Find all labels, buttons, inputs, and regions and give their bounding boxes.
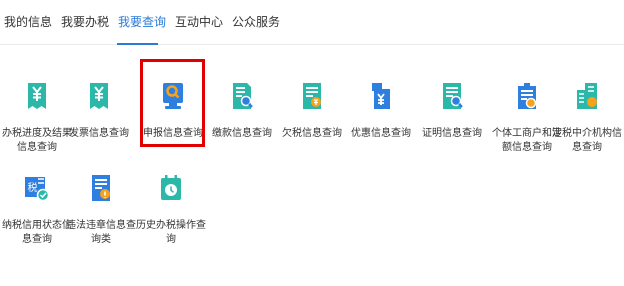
item-label: 证明信息查询 <box>422 128 482 139</box>
search-monitor-icon <box>163 83 183 109</box>
tab-public-service[interactable]: 公众服务 <box>232 14 280 30</box>
tab-my-info[interactable]: 我的信息 <box>4 14 52 30</box>
svg-text:税: 税 <box>28 181 38 194</box>
tab-interaction-center[interactable]: 互动中心 <box>175 14 223 30</box>
item-label: 发票信息查询 <box>69 128 129 139</box>
business-search-icon <box>518 83 537 109</box>
building-search-icon <box>577 83 597 109</box>
preferential-document-icon <box>372 83 390 109</box>
item-label: 申报信息查询 <box>143 128 203 139</box>
invoice-icon <box>90 83 108 109</box>
tab-tax-handling[interactable]: 我要办税 <box>61 14 109 30</box>
arrears-document-icon <box>303 83 321 109</box>
yuan-document-icon <box>28 83 46 109</box>
item-label: 历史办税操作查 询 <box>136 220 206 245</box>
certificate-search-icon <box>443 83 463 109</box>
top-tab-bar: 我的信息 我要办税 我要查询 互动中心 公众服务 <box>0 0 624 45</box>
item-label: 缴款信息查询 <box>212 128 272 139</box>
active-tab-indicator <box>117 43 158 45</box>
item-label: 纳税信用状态信 息查询 <box>2 220 72 245</box>
tax-credit-icon: 税 <box>25 177 50 202</box>
tab-query[interactable]: 我要查询 <box>118 14 166 30</box>
item-label: 涉税中介机构信 息查询 <box>552 128 622 153</box>
violation-info-icon <box>92 175 110 201</box>
item-label: 优惠信息查询 <box>351 128 411 139</box>
history-calendar-icon <box>161 175 181 200</box>
payment-search-icon <box>233 83 253 109</box>
item-label: 违法违章信息查 询类 <box>66 220 136 245</box>
item-label: 欠税信息查询 <box>282 128 342 139</box>
